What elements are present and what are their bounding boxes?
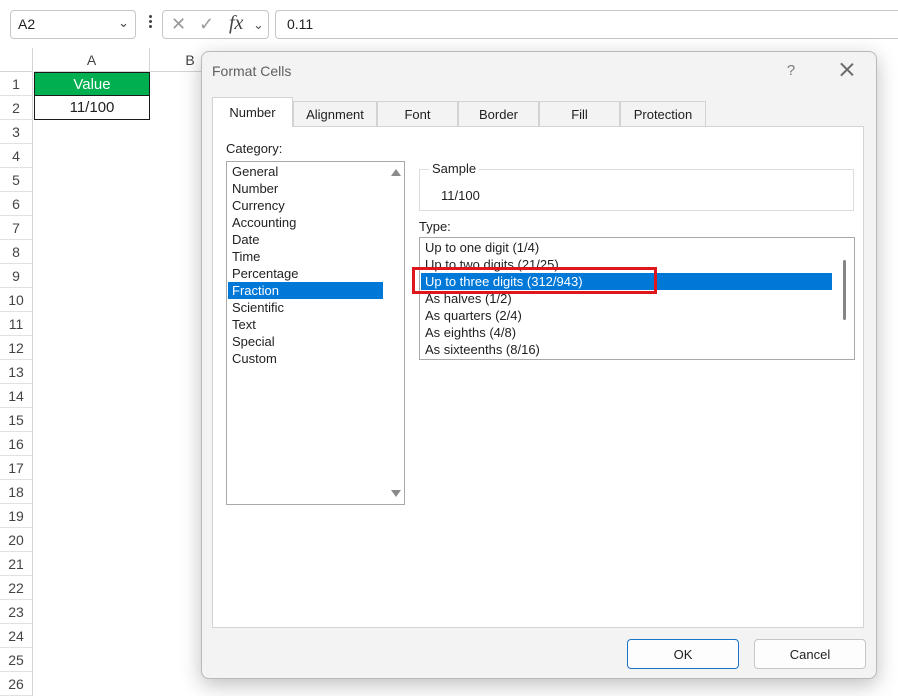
category-scrollbar[interactable] <box>386 162 404 504</box>
category-item[interactable]: Date <box>228 231 383 248</box>
row-header[interactable]: 6 <box>0 192 33 216</box>
type-item[interactable]: As sixteenths (8/16) <box>421 341 832 358</box>
category-item[interactable]: Percentage <box>228 265 383 282</box>
type-label: Type: <box>419 219 451 234</box>
scroll-up-icon[interactable] <box>391 169 401 176</box>
row-header[interactable]: 7 <box>0 216 33 240</box>
category-item[interactable]: Number <box>228 180 383 197</box>
help-icon[interactable]: ? <box>784 62 798 79</box>
ok-button[interactable]: OK <box>627 639 739 669</box>
formula-bar: A2 ⌄ ✕ ✓ fx ⌄ 0.11 <box>0 0 898 48</box>
tab-number[interactable]: Number <box>212 97 293 127</box>
row-header[interactable]: 23 <box>0 600 33 624</box>
row-header[interactable]: 16 <box>0 432 33 456</box>
dialog-title: Format Cells <box>212 63 292 79</box>
row-header[interactable]: 26 <box>0 672 33 696</box>
row-header[interactable]: 13 <box>0 360 33 384</box>
insert-function-icon[interactable]: fx <box>229 12 243 35</box>
type-list[interactable]: Up to one digit (1/4) Up to two digits (2… <box>419 237 855 360</box>
category-item[interactable]: Scientific <box>228 299 383 316</box>
sample-group <box>419 169 854 211</box>
category-label: Category: <box>226 141 283 156</box>
chevron-down-icon[interactable]: ⌄ <box>118 15 129 31</box>
highlight-box <box>412 267 657 294</box>
category-item[interactable]: General <box>228 163 383 180</box>
tab-protection[interactable]: Protection <box>620 101 706 127</box>
category-item[interactable]: Currency <box>228 197 383 214</box>
category-item[interactable]: Special <box>228 333 383 350</box>
column-header-a[interactable]: A <box>34 48 150 72</box>
close-icon[interactable] <box>836 58 858 82</box>
row-header[interactable]: 11 <box>0 312 33 336</box>
scroll-down-icon[interactable] <box>391 490 401 497</box>
tab-border[interactable]: Border <box>458 101 539 127</box>
number-tab-panel: Category: General Number Currency Accountin… <box>212 126 864 628</box>
category-item[interactable]: Time <box>228 248 383 265</box>
row-header[interactable]: 19 <box>0 504 33 528</box>
row-header[interactable]: 24 <box>0 624 33 648</box>
row-header[interactable]: 1 <box>0 72 33 96</box>
row-header[interactable]: 12 <box>0 336 33 360</box>
scroll-thumb[interactable] <box>843 260 846 320</box>
row-header[interactable]: 4 <box>0 144 33 168</box>
cell-a1[interactable]: Value <box>34 72 150 96</box>
select-all-corner[interactable] <box>0 48 33 72</box>
type-item[interactable]: As eighths (4/8) <box>421 324 832 341</box>
name-box-value: A2 <box>18 16 36 32</box>
tab-font[interactable]: Font <box>377 101 458 127</box>
row-header[interactable]: 15 <box>0 408 33 432</box>
row-header[interactable]: 3 <box>0 120 33 144</box>
category-item[interactable]: Accounting <box>228 214 383 231</box>
row-header[interactable]: 14 <box>0 384 33 408</box>
row-header[interactable]: 21 <box>0 552 33 576</box>
sample-label: Sample <box>429 161 480 176</box>
chevron-down-icon[interactable]: ⌄ <box>253 17 264 33</box>
tab-fill[interactable]: Fill <box>539 101 620 127</box>
row-header[interactable]: 2 <box>0 96 33 120</box>
format-cells-dialog: Format Cells ? Number Alignment Font Bor… <box>201 51 877 679</box>
row-header[interactable]: 10 <box>0 288 33 312</box>
category-item[interactable]: Fraction <box>228 282 383 299</box>
type-scrollbar[interactable] <box>834 238 854 359</box>
type-item[interactable]: As quarters (2/4) <box>421 307 832 324</box>
enter-check-icon[interactable]: ✓ <box>199 14 214 35</box>
row-header[interactable]: 17 <box>0 456 33 480</box>
formula-input-value: 0.11 <box>287 16 314 32</box>
row-header[interactable]: 5 <box>0 168 33 192</box>
tab-alignment[interactable]: Alignment <box>293 101 377 127</box>
cancel-button[interactable]: Cancel <box>754 639 866 669</box>
more-options-icon[interactable] <box>146 13 154 33</box>
row-header[interactable]: 25 <box>0 648 33 672</box>
row-header[interactable]: 22 <box>0 576 33 600</box>
cell-a2[interactable]: 11/100 <box>34 96 150 120</box>
formula-controls: ✕ ✓ fx ⌄ <box>162 10 269 39</box>
row-header[interactable]: 8 <box>0 240 33 264</box>
row-header[interactable]: 18 <box>0 480 33 504</box>
category-list[interactable]: General Number Currency Accounting Date Time P… <box>226 161 405 505</box>
category-item[interactable]: Text <box>228 316 383 333</box>
formula-input[interactable]: 0.11 <box>275 10 898 39</box>
sample-value: 11/100 <box>441 188 480 203</box>
category-item[interactable]: Custom <box>228 350 383 367</box>
name-box[interactable]: A2 ⌄ <box>10 10 136 39</box>
row-header[interactable]: 20 <box>0 528 33 552</box>
type-item[interactable]: Up to one digit (1/4) <box>421 239 832 256</box>
row-header[interactable]: 9 <box>0 264 33 288</box>
cancel-icon[interactable]: ✕ <box>171 14 186 35</box>
